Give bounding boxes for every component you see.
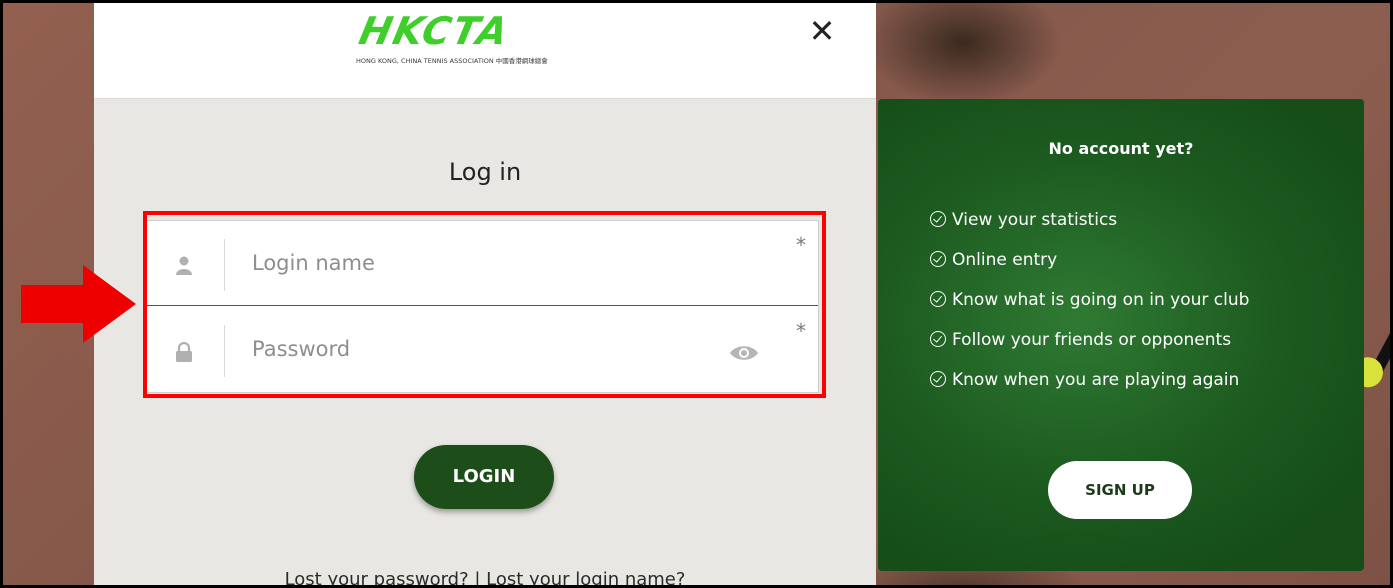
- field-divider: [224, 325, 225, 377]
- benefits-list: View your statistics Online entry Know w…: [930, 209, 1249, 409]
- login-button[interactable]: LOGIN: [414, 445, 554, 509]
- check-circle-icon: [930, 371, 946, 387]
- eye-icon[interactable]: [729, 343, 759, 363]
- sign-up-button[interactable]: SIGN UP: [1048, 461, 1192, 519]
- signup-panel: No account yet? View your statistics Onl…: [878, 99, 1364, 571]
- logo-subtitle: HONG KONG, CHINA TENNIS ASSOCIATION 中國香港…: [356, 57, 548, 65]
- lost-password-link[interactable]: Lost your password?: [285, 569, 469, 585]
- lost-login-name-link[interactable]: Lost your login name?: [486, 569, 685, 585]
- benefit-text: Follow your friends or opponents: [952, 330, 1232, 350]
- check-circle-icon: [930, 211, 946, 227]
- logo-mark: HKCTA: [355, 9, 514, 53]
- benefit-text: Online entry: [952, 250, 1058, 270]
- hkcta-logo: HKCTA HONG KONG, CHINA TENNIS ASSOCIATIO…: [352, 3, 632, 73]
- login-name-input[interactable]: Login name: [252, 251, 375, 275]
- check-circle-icon: [930, 331, 946, 347]
- links-separator: |: [468, 569, 487, 588]
- benefit-item: View your statistics: [930, 209, 1249, 249]
- login-modal: HKCTA HONG KONG, CHINA TENNIS ASSOCIATIO…: [94, 3, 876, 588]
- user-icon: [176, 256, 192, 275]
- modal-header: HKCTA HONG KONG, CHINA TENNIS ASSOCIATIO…: [94, 3, 876, 99]
- login-form: Login name * Password *: [146, 220, 819, 393]
- lost-links: Lost your password? | Lost your login na…: [94, 569, 876, 588]
- page-background: HKCTA HONG KONG, CHINA TENNIS ASSOCIATIO…: [0, 0, 1393, 588]
- password-field[interactable]: Password *: [147, 307, 818, 392]
- signup-title: No account yet?: [1048, 139, 1194, 158]
- benefit-item: Online entry: [930, 249, 1249, 289]
- benefit-item: Know when you are playing again: [930, 369, 1249, 409]
- annotation-arrow-icon: [21, 265, 136, 343]
- modal-title: Log in: [448, 158, 522, 186]
- benefit-text: Know what is going on in your club: [952, 290, 1250, 310]
- lock-icon: [176, 342, 192, 362]
- benefit-text: Know when you are playing again: [952, 370, 1240, 390]
- required-marker: *: [796, 233, 806, 257]
- password-input[interactable]: Password: [252, 337, 350, 361]
- field-divider: [224, 239, 225, 291]
- login-name-field[interactable]: Login name *: [147, 221, 818, 306]
- required-marker: *: [796, 319, 806, 343]
- benefit-item: Know what is going on in your club: [930, 289, 1249, 329]
- benefit-item: Follow your friends or opponents: [930, 329, 1249, 369]
- check-circle-icon: [930, 251, 946, 267]
- benefit-text: View your statistics: [952, 210, 1118, 230]
- close-button[interactable]: ✕: [802, 13, 842, 53]
- check-circle-icon: [930, 291, 946, 307]
